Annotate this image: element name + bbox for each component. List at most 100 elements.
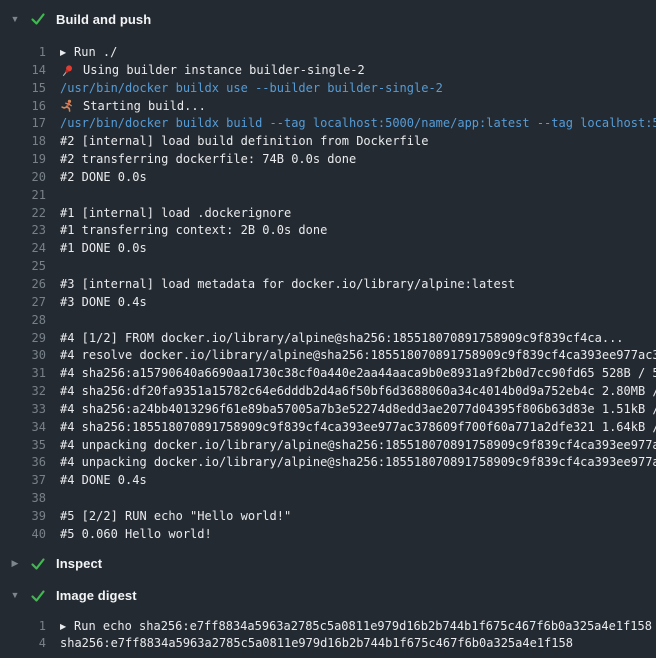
log-line-content: #4 sha256:a15790640a6690aa1730c38cf0a440… [60, 365, 656, 383]
log-line-text: #4 resolve docker.io/library/alpine@sha2… [60, 347, 656, 365]
line-number[interactable]: 1 [0, 44, 46, 62]
log-line-text: Run echo sha256:e7ff8834a5963a2785c5a081… [74, 618, 652, 636]
log-line: 34 #4 sha256:185518070891758909c9f839cf4c… [0, 419, 656, 437]
chevron-down-icon[interactable]: ▼ [10, 591, 20, 600]
line-number[interactable]: 21 [0, 187, 46, 205]
log-line-content: #4 unpacking docker.io/library/alpine@sh… [60, 454, 656, 472]
log-line: 27 #3 DONE 0.4s [0, 294, 656, 312]
line-number[interactable]: 25 [0, 258, 46, 276]
log-line-content: #2 [internal] load build definition from… [60, 133, 656, 151]
log-line-content: #5 0.060 Hello world! [60, 526, 656, 544]
log-line-text: #4 [1/2] FROM docker.io/library/alpine@s… [60, 330, 624, 348]
line-number[interactable]: 32 [0, 383, 46, 401]
log-line-content: /usr/bin/docker buildx build --tag local… [60, 115, 656, 133]
section-title: Inspect [56, 556, 102, 571]
log-line-content: #2 DONE 0.0s [60, 169, 656, 187]
log-line-content: #4 sha256:df20fa9351a15782c64e6dddb2d4a6… [60, 383, 656, 401]
line-number[interactable]: 35 [0, 437, 46, 455]
log-line-text: #3 DONE 0.4s [60, 294, 147, 312]
log-line-text: #2 [internal] load build definition from… [60, 133, 428, 151]
line-number[interactable]: 4 [0, 635, 46, 653]
log-line-text: Using builder instance builder-single-2 [83, 62, 365, 80]
line-number[interactable]: 26 [0, 276, 46, 294]
log-line-content: #4 DONE 0.4s [60, 472, 656, 490]
log-line-text: /usr/bin/docker buildx use --builder bui… [60, 80, 443, 98]
line-number[interactable]: 31 [0, 365, 46, 383]
line-number[interactable]: 16 [0, 98, 46, 116]
section-title: Build and push [56, 12, 151, 27]
log-line-content: #5 [2/2] RUN echo "Hello world!" [60, 508, 656, 526]
expand-group-icon[interactable]: ▶ [60, 623, 74, 631]
line-number[interactable]: 39 [0, 508, 46, 526]
pushpin-icon [60, 64, 74, 78]
line-number[interactable]: 23 [0, 222, 46, 240]
chevron-right-icon[interactable]: ▶ [10, 559, 20, 568]
log-line: 20 #2 DONE 0.0s [0, 169, 656, 187]
log-line: 14 Using builder instance builder-single-… [0, 62, 656, 80]
log-line: 19 #2 transferring dockerfile: 74B 0.0s d… [0, 151, 656, 169]
line-number[interactable]: 17 [0, 115, 46, 133]
log-line: 17/usr/bin/docker buildx build --tag loc… [0, 115, 656, 133]
log-line: 21 [0, 187, 656, 205]
log-line: 23 #1 transferring context: 2B 0.0s done [0, 222, 656, 240]
section-title: Image digest [56, 588, 137, 603]
log-line-text: #4 sha256:a24bb4013296f61e89ba57005a7b3e… [60, 401, 656, 419]
expand-group-icon[interactable]: ▶ [60, 49, 74, 57]
log-line: 39 #5 [2/2] RUN echo "Hello world!" [0, 508, 656, 526]
log-line-text: #5 [2/2] RUN echo "Hello world!" [60, 508, 291, 526]
line-number[interactable]: 36 [0, 454, 46, 472]
log-line: 31 #4 sha256:a15790640a6690aa1730c38cf0a4… [0, 365, 656, 383]
line-number[interactable]: 22 [0, 205, 46, 223]
log-lines: 1 ▶Run echo sha256:e7ff8834a5963a2785c5a0… [0, 618, 656, 654]
log-line-text: #4 unpacking docker.io/library/alpine@sh… [60, 454, 656, 472]
line-number[interactable]: 20 [0, 169, 46, 187]
log-line-text: #4 DONE 0.4s [60, 472, 147, 490]
line-number[interactable]: 24 [0, 240, 46, 258]
log-line: 36 #4 unpacking docker.io/library/alpine@… [0, 454, 656, 472]
line-number[interactable]: 30 [0, 347, 46, 365]
line-number[interactable]: 38 [0, 490, 46, 508]
line-number[interactable]: 37 [0, 472, 46, 490]
section-header[interactable]: ▼ Build and push [0, 6, 656, 32]
log-line-text: #1 [internal] load .dockerignore [60, 205, 291, 223]
log-line: 29 #4 [1/2] FROM docker.io/library/alpine… [0, 330, 656, 348]
log-line-content: #4 sha256:a24bb4013296f61e89ba57005a7b3e… [60, 401, 656, 419]
log-line-text: #4 unpacking docker.io/library/alpine@sh… [60, 437, 656, 455]
log-line-content: #1 DONE 0.0s [60, 240, 656, 258]
section-header[interactable]: ▶ Inspect [0, 551, 656, 577]
log-line-content: #3 [internal] load metadata for docker.i… [60, 276, 656, 294]
line-number[interactable]: 34 [0, 419, 46, 437]
log-line-content: #1 transferring context: 2B 0.0s done [60, 222, 656, 240]
line-number[interactable]: 14 [0, 62, 46, 80]
log-line-text: #4 sha256:185518070891758909c9f839cf4ca3… [60, 419, 656, 437]
log-line: 33 #4 sha256:a24bb4013296f61e89ba57005a7b… [0, 401, 656, 419]
workflow-log-viewer: ▼Build and push1▶Run ./14Using builder i… [0, 0, 656, 658]
log-line: 4sha256:e7ff8834a5963a2785c5a0811e979d16… [0, 635, 656, 653]
log-line-text: #2 DONE 0.0s [60, 169, 147, 187]
line-number[interactable]: 28 [0, 312, 46, 330]
log-line-text: #2 transferring dockerfile: 74B 0.0s don… [60, 151, 356, 169]
line-number[interactable]: 18 [0, 133, 46, 151]
section-header[interactable]: ▼ Image digest [0, 583, 656, 609]
line-number[interactable]: 15 [0, 80, 46, 98]
log-line-content: /usr/bin/docker buildx use --builder bui… [60, 80, 656, 98]
log-line-content: Starting build... [60, 98, 656, 116]
line-number[interactable]: 33 [0, 401, 46, 419]
line-number[interactable]: 1 [0, 618, 46, 636]
log-line: 26 #3 [internal] load metadata for docker… [0, 276, 656, 294]
check-icon [30, 11, 46, 27]
log-line: 1 ▶Run echo sha256:e7ff8834a5963a2785c5a0… [0, 618, 656, 636]
line-number[interactable]: 29 [0, 330, 46, 348]
line-number[interactable]: 40 [0, 526, 46, 544]
line-number[interactable]: 27 [0, 294, 46, 312]
log-lines: 1 ▶Run ./ 14 Using builder instance builder… [0, 44, 656, 544]
chevron-down-icon[interactable]: ▼ [10, 15, 20, 24]
line-number[interactable]: 19 [0, 151, 46, 169]
log-line: 30 #4 resolve docker.io/library/alpine@sh… [0, 347, 656, 365]
check-icon [30, 556, 46, 572]
log-line: 25 [0, 258, 656, 276]
log-line-text: #1 transferring context: 2B 0.0s done [60, 222, 327, 240]
log-line: 18 #2 [internal] load build definition fr… [0, 133, 656, 151]
log-line-text: /usr/bin/docker buildx build --tag local… [60, 115, 656, 133]
log-line-content: ▶Run ./ [60, 44, 656, 62]
